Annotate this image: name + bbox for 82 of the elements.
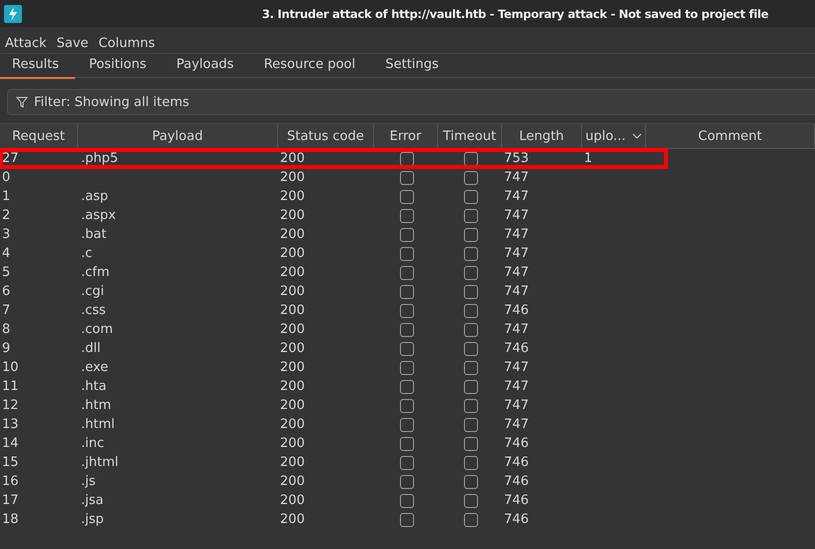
table-row[interactable]: 17 .jsa 200 746 <box>0 491 815 510</box>
table-row[interactable]: 3 .bat 200 747 <box>0 225 815 244</box>
checkbox[interactable] <box>464 170 478 184</box>
column-header[interactable]: Timeout <box>438 124 502 148</box>
table-row[interactable]: 13 .html 200 747 <box>0 415 815 434</box>
tab[interactable]: Resource pool <box>252 54 372 77</box>
table-row[interactable]: 15 .jhtml 200 746 <box>0 453 815 472</box>
checkbox[interactable] <box>400 380 414 394</box>
checkbox[interactable] <box>464 228 478 242</box>
checkbox[interactable] <box>464 436 478 450</box>
checkbox[interactable] <box>400 512 414 526</box>
checkbox[interactable] <box>400 436 414 450</box>
filter-text: Filter: Showing all items <box>34 94 190 110</box>
checkbox[interactable] <box>464 360 478 374</box>
table-row[interactable]: 6 .cgi 200 747 <box>0 282 815 301</box>
checkbox[interactable] <box>464 190 478 204</box>
menu-item[interactable]: Attack <box>0 36 52 53</box>
window-title: 3. Intruder attack of http://vault.htb - Temporary attack - Not saved to project file <box>262 6 768 20</box>
column-header[interactable]: Error <box>374 124 438 148</box>
checkbox[interactable] <box>400 494 414 508</box>
table-row[interactable]: 7 .css 200 746 <box>0 301 815 320</box>
checkbox[interactable] <box>400 304 414 318</box>
checkbox[interactable] <box>464 380 478 394</box>
checkbox[interactable] <box>464 322 478 336</box>
table-row[interactable]: 16 .js 200 746 <box>0 472 815 491</box>
column-header[interactable]: Status code <box>278 124 374 148</box>
checkbox[interactable] <box>464 266 478 280</box>
table-row[interactable]: 0 200 747 <box>0 168 815 187</box>
menu-item[interactable]: Save <box>52 36 94 53</box>
table-row[interactable]: 1 .asp 200 747 <box>0 187 815 206</box>
filter-bar[interactable]: Filter: Showing all items <box>7 89 815 115</box>
checkbox[interactable] <box>400 398 414 412</box>
checkbox[interactable] <box>400 228 414 242</box>
checkbox[interactable] <box>400 170 414 184</box>
checkbox[interactable] <box>464 246 478 260</box>
tab[interactable]: Results <box>0 54 75 79</box>
column-header[interactable]: Comment <box>646 124 815 148</box>
checkbox[interactable] <box>400 266 414 280</box>
table-row[interactable]: 14 .inc 200 746 <box>0 434 815 453</box>
checkbox[interactable] <box>400 474 414 488</box>
column-header[interactable]: Payload <box>78 124 278 148</box>
checkbox[interactable] <box>464 494 478 508</box>
column-header[interactable]: uplo... <box>582 124 646 148</box>
checkbox[interactable] <box>464 474 478 488</box>
checkbox[interactable] <box>464 152 478 166</box>
table-row[interactable]: 5 .cfm 200 747 <box>0 263 815 282</box>
checkbox[interactable] <box>400 322 414 336</box>
table-row[interactable]: 12 .htm 200 747 <box>0 396 815 415</box>
column-header[interactable]: Request <box>0 124 78 148</box>
chevron-down-icon <box>632 133 642 139</box>
table-row[interactable]: 18 .jsp 200 746 <box>0 510 815 529</box>
checkbox[interactable] <box>400 456 414 470</box>
table-row[interactable]: 8 .com 200 747 <box>0 320 815 339</box>
tab[interactable]: Payloads <box>164 54 250 77</box>
checkbox[interactable] <box>400 152 414 166</box>
checkbox[interactable] <box>464 304 478 318</box>
checkbox[interactable] <box>464 512 478 526</box>
app-logo-icon <box>4 4 22 22</box>
checkbox[interactable] <box>464 208 478 222</box>
highlighted-row[interactable]: 27 .php5 200 753 1 <box>0 149 667 168</box>
table-row[interactable]: 2 .aspx 200 747 <box>0 206 815 225</box>
checkbox[interactable] <box>400 284 414 298</box>
checkbox[interactable] <box>400 208 414 222</box>
checkbox[interactable] <box>400 418 414 432</box>
table-row[interactable]: 11 .hta 200 747 <box>0 377 815 396</box>
checkbox[interactable] <box>400 342 414 356</box>
table-row[interactable]: 9 .dll 200 746 <box>0 339 815 358</box>
table-row[interactable]: 10 .exe 200 747 <box>0 358 815 377</box>
checkbox[interactable] <box>400 190 414 204</box>
checkbox[interactable] <box>400 246 414 260</box>
checkbox[interactable] <box>464 456 478 470</box>
table-row[interactable]: 4 .c 200 747 <box>0 244 815 263</box>
filter-icon <box>16 96 28 108</box>
column-header[interactable]: Length <box>502 124 582 148</box>
checkbox[interactable] <box>464 418 478 432</box>
tab[interactable]: Positions <box>76 54 162 77</box>
menu-item[interactable]: Columns <box>93 36 160 53</box>
checkbox[interactable] <box>464 398 478 412</box>
tab[interactable]: Settings <box>373 54 455 77</box>
checkbox[interactable] <box>464 284 478 298</box>
checkbox[interactable] <box>464 342 478 356</box>
checkbox[interactable] <box>400 360 414 374</box>
